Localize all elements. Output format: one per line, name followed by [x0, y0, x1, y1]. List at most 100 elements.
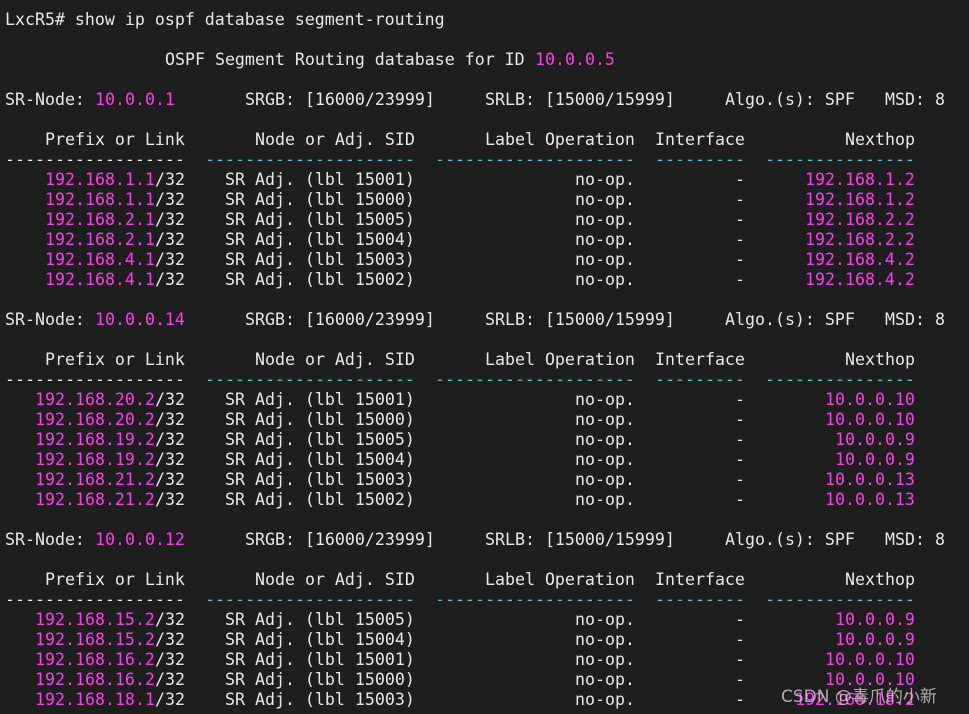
column-header: Prefix or Link: [45, 130, 185, 149]
prefix-address: 192.168.21.2: [35, 470, 155, 489]
interface-value: -: [735, 210, 745, 229]
sid-value: SR Adj. (lbl 15003): [225, 690, 415, 709]
prefix-address: 192.168.19.2: [35, 430, 155, 449]
sid-value: SR Adj. (lbl 15001): [225, 390, 415, 409]
separator-dashes: ---------: [655, 370, 745, 389]
table-row: 192.168.2.1/32 SR Adj. (lbl 15004) no-op. -…: [5, 230, 969, 250]
msd-value: MSD: 8: [885, 90, 945, 109]
sid-value: SR Adj. (lbl 15002): [225, 490, 415, 509]
prefix-mask: /32: [155, 190, 185, 209]
sid-value: SR Adj. (lbl 15002): [225, 270, 415, 289]
nexthop-address: 192.168.4.2: [805, 250, 915, 269]
column-header: Nexthop: [845, 570, 915, 589]
prefix-mask: /32: [155, 470, 185, 489]
column-header: Nexthop: [845, 130, 915, 149]
nexthop-address: 192.168.1.2: [805, 170, 915, 189]
sr-node-line: SR-Node: 10.0.0.1 SRGB: [16000/23999] SRLB…: [5, 90, 969, 110]
separator-dashes: ------------------: [5, 370, 185, 389]
sr-node-line: SR-Node: 10.0.0.12 SRGB: [16000/23999] SRL…: [5, 530, 969, 550]
prefix-address: 192.168.1.1: [45, 170, 155, 189]
separator-dashes: ---------------------: [205, 590, 415, 609]
label-operation: no-op.: [575, 190, 635, 209]
interface-value: -: [735, 690, 745, 709]
srgb-range: SRGB: [16000/23999]: [245, 90, 435, 109]
prefix-address: 192.168.2.1: [45, 230, 155, 249]
nexthop-address: 192.168.2.2: [805, 230, 915, 249]
nexthop-address: 10.0.0.9: [835, 430, 915, 449]
sid-value: SR Adj. (lbl 15005): [225, 430, 415, 449]
separator-dashes: ---------------: [765, 370, 915, 389]
title-text: OSPF Segment Routing database for ID: [165, 50, 535, 69]
table-row: 192.168.21.2/32 SR Adj. (lbl 15002) no-op.…: [5, 490, 969, 510]
sid-value: SR Adj. (lbl 15001): [225, 650, 415, 669]
sr-node-line: SR-Node: 10.0.0.14 SRGB: [16000/23999] SRL…: [5, 310, 969, 330]
database-title: OSPF Segment Routing database for ID 10.…: [5, 50, 969, 70]
label-operation: no-op.: [575, 630, 635, 649]
nexthop-address: 10.0.0.13: [825, 490, 915, 509]
nexthop-address: 10.0.0.13: [825, 470, 915, 489]
interface-value: -: [735, 450, 745, 469]
prefix-mask: /32: [155, 430, 185, 449]
column-header-row: Prefix or Link Node or Adj. SID Label Oper…: [5, 350, 969, 370]
column-header: Label Operation: [485, 350, 635, 369]
interface-value: -: [735, 490, 745, 509]
sid-value: SR Adj. (lbl 15004): [225, 230, 415, 249]
prefix-mask: /32: [155, 690, 185, 709]
column-header-row: Prefix or Link Node or Adj. SID Label Oper…: [5, 130, 969, 150]
prefix-mask: /32: [155, 270, 185, 289]
table-row: 192.168.1.1/32 SR Adj. (lbl 15000) no-op. -…: [5, 190, 969, 210]
sid-value: SR Adj. (lbl 15001): [225, 170, 415, 189]
interface-value: -: [735, 250, 745, 269]
prefix-address: 192.168.19.2: [35, 450, 155, 469]
separator-dashes: ------------------: [5, 590, 185, 609]
algorithm: Algo.(s): SPF: [725, 310, 855, 329]
label-operation: no-op.: [575, 270, 635, 289]
label-operation: no-op.: [575, 670, 635, 689]
sr-node-label: SR-Node:: [5, 530, 95, 549]
label-operation: no-op.: [575, 450, 635, 469]
table-row: 192.168.4.1/32 SR Adj. (lbl 15003) no-op. -…: [5, 250, 969, 270]
interface-value: -: [735, 650, 745, 669]
srlb-range: SRLB: [15000/15999]: [485, 310, 675, 329]
prefix-mask: /32: [155, 410, 185, 429]
sid-value: SR Adj. (lbl 15000): [225, 190, 415, 209]
prefix-mask: /32: [155, 390, 185, 409]
label-operation: no-op.: [575, 230, 635, 249]
prefix-mask: /32: [155, 490, 185, 509]
msd-value: MSD: 8: [885, 310, 945, 329]
label-operation: no-op.: [575, 170, 635, 189]
sid-value: SR Adj. (lbl 15003): [225, 250, 415, 269]
separator-dashes: --------------------: [435, 370, 635, 389]
column-header: Prefix or Link: [45, 570, 185, 589]
sid-value: SR Adj. (lbl 15000): [225, 670, 415, 689]
sid-value: SR Adj. (lbl 15004): [225, 630, 415, 649]
srlb-range: SRLB: [15000/15999]: [485, 90, 675, 109]
srgb-range: SRGB: [16000/23999]: [245, 310, 435, 329]
nexthop-address: 10.0.0.9: [835, 630, 915, 649]
interface-value: -: [735, 190, 745, 209]
prefix-mask: /32: [155, 250, 185, 269]
algorithm: Algo.(s): SPF: [725, 90, 855, 109]
interface-value: -: [735, 670, 745, 689]
msd-value: MSD: 8: [885, 530, 945, 549]
table-row: 192.168.2.1/32 SR Adj. (lbl 15005) no-op. -…: [5, 210, 969, 230]
column-header: Nexthop: [845, 350, 915, 369]
sid-value: SR Adj. (lbl 15000): [225, 410, 415, 429]
separator-dashes: ---------------------: [205, 150, 415, 169]
column-header: Node or Adj. SID: [255, 570, 415, 589]
sid-value: SR Adj. (lbl 15005): [225, 610, 415, 629]
table-row: 192.168.15.2/32 SR Adj. (lbl 15005) no-op.…: [5, 610, 969, 630]
interface-value: -: [735, 470, 745, 489]
separator-dashes: ------------------: [5, 150, 185, 169]
prefix-address: 192.168.18.1: [35, 690, 155, 709]
table-row: 192.168.1.1/32 SR Adj. (lbl 15001) no-op. -…: [5, 170, 969, 190]
interface-value: -: [735, 630, 745, 649]
prefix-address: 192.168.20.2: [35, 410, 155, 429]
prefix-address: 192.168.21.2: [35, 490, 155, 509]
